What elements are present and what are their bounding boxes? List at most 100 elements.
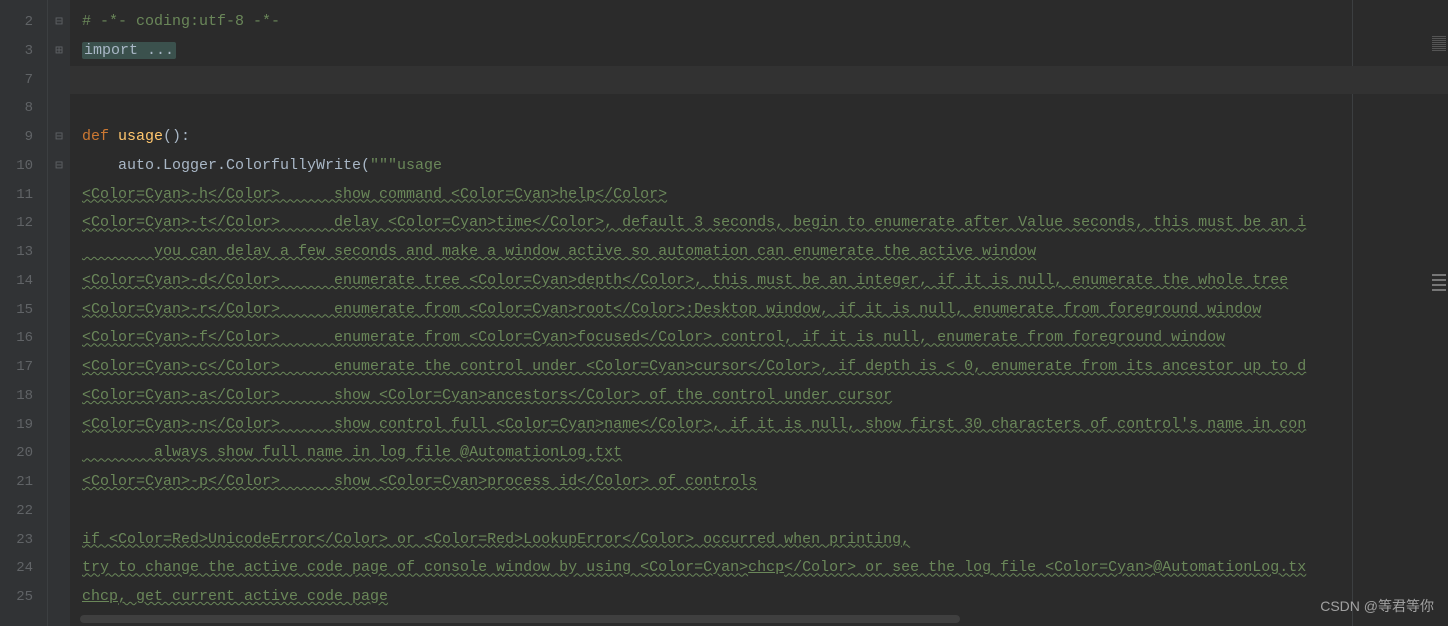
string-text: <Color=Cyan>-t</Color> delay <Color=Cyan… xyxy=(82,214,1306,231)
fold-marker xyxy=(48,526,70,555)
fold-marker[interactable]: ⊞ xyxy=(48,37,70,66)
code-line[interactable]: # -*- coding:utf-8 -*- xyxy=(70,8,1448,37)
code-line[interactable]: import ... xyxy=(70,37,1448,66)
keyword-def: def xyxy=(82,128,118,145)
code-line[interactable]: you can delay a few seconds and make a w… xyxy=(70,238,1448,267)
code-line[interactable] xyxy=(70,94,1448,123)
fold-marker xyxy=(48,468,70,497)
minimap-line xyxy=(1432,48,1446,49)
line-number: 9 xyxy=(0,123,47,152)
fold-marker xyxy=(48,439,70,468)
string-text: <Color=Cyan>-c</Color> enumerate the con… xyxy=(82,358,1306,375)
current-line[interactable] xyxy=(70,66,1448,95)
code-line[interactable]: if <Color=Red>UnicodeError</Color> or <C… xyxy=(70,526,1448,555)
string-text: , get current active code page xyxy=(118,588,388,605)
line-number: 13 xyxy=(0,238,47,267)
fold-marker xyxy=(48,353,70,382)
string-text: <Color=Cyan>-p</Color> show <Color=Cyan>… xyxy=(82,473,757,490)
line-number: 7 xyxy=(0,66,47,95)
fold-marker[interactable]: ⊟ xyxy=(48,152,70,181)
minimap-marker xyxy=(1432,284,1446,286)
minimap-marker xyxy=(1432,279,1446,281)
string-text: <Color=Cyan>-d</Color> enumerate tree <C… xyxy=(82,272,1288,289)
line-number: 3 xyxy=(0,37,47,66)
code-line[interactable] xyxy=(70,497,1448,526)
minimap-marker xyxy=(1432,274,1446,276)
line-number: 8 xyxy=(0,94,47,123)
code-line[interactable]: <Color=Cyan>-t</Color> delay <Color=Cyan… xyxy=(70,209,1448,238)
fold-marker xyxy=(48,497,70,526)
line-number: 23 xyxy=(0,526,47,555)
fold-gutter: ⊟ ⊞ ⊟ ⊟ xyxy=(48,0,70,626)
fold-marker xyxy=(48,94,70,123)
fold-marker xyxy=(48,267,70,296)
fold-marker xyxy=(48,238,70,267)
minimap-line xyxy=(1432,40,1446,41)
line-number: 25 xyxy=(0,583,47,612)
line-number: 22 xyxy=(0,497,47,526)
string-text: <Color=Cyan>-r</Color> enumerate from <C… xyxy=(82,301,1261,318)
code-line[interactable]: <Color=Cyan>-a</Color> show <Color=Cyan>… xyxy=(70,382,1448,411)
fold-marker xyxy=(48,554,70,583)
line-number: 11 xyxy=(0,181,47,210)
fold-marker xyxy=(48,209,70,238)
call-expr: auto.Logger.ColorfullyWrite( xyxy=(82,157,370,174)
line-number: 15 xyxy=(0,296,47,325)
code-line[interactable]: <Color=Cyan>-p</Color> show <Color=Cyan>… xyxy=(70,468,1448,497)
minimap-line xyxy=(1432,46,1446,47)
code-line[interactable]: <Color=Cyan>-r</Color> enumerate from <C… xyxy=(70,296,1448,325)
code-line[interactable]: <Color=Cyan>-h</Color> show command <Col… xyxy=(70,181,1448,210)
line-number: 17 xyxy=(0,353,47,382)
line-number: 16 xyxy=(0,324,47,353)
fold-marker xyxy=(48,296,70,325)
comment-text: # -*- coding:utf-8 -*- xyxy=(82,13,280,30)
string-start: """usage xyxy=(370,157,442,174)
fold-marker[interactable]: ⊟ xyxy=(48,8,70,37)
minimap-line xyxy=(1432,44,1446,45)
string-text: <Color=Cyan>-a</Color> show <Color=Cyan>… xyxy=(82,387,892,404)
code-line[interactable]: def usage(): xyxy=(70,123,1448,152)
minimap-marker xyxy=(1432,289,1446,291)
string-text: if <Color=Red>UnicodeError</Color> or <C… xyxy=(82,531,910,548)
minimap-line xyxy=(1432,50,1446,51)
code-line[interactable]: <Color=Cyan>-d</Color> enumerate tree <C… xyxy=(70,267,1448,296)
line-number: 19 xyxy=(0,411,47,440)
line-number: 14 xyxy=(0,267,47,296)
code-line[interactable]: <Color=Cyan>-n</Color> show control full… xyxy=(70,411,1448,440)
line-number: 10 xyxy=(0,152,47,181)
line-number-gutter: 2 3 7 8 9 10 11 12 13 14 15 16 17 18 19 … xyxy=(0,0,48,626)
line-number: 18 xyxy=(0,382,47,411)
code-line[interactable]: always show full name in log file @Autom… xyxy=(70,439,1448,468)
string-text: </Color> or see the log file <Color=Cyan… xyxy=(784,559,1306,576)
paren: (): xyxy=(163,128,190,145)
fold-marker xyxy=(48,382,70,411)
line-number: 21 xyxy=(0,468,47,497)
code-line[interactable]: auto.Logger.ColorfullyWrite("""usage xyxy=(70,152,1448,181)
line-number: 24 xyxy=(0,554,47,583)
code-editor[interactable]: 2 3 7 8 9 10 11 12 13 14 15 16 17 18 19 … xyxy=(0,0,1448,626)
code-line[interactable]: <Color=Cyan>-c</Color> enumerate the con… xyxy=(70,353,1448,382)
code-line[interactable]: <Color=Cyan>-f</Color> enumerate from <C… xyxy=(70,324,1448,353)
string-text: try to change the active code page of co… xyxy=(82,559,748,576)
fold-marker xyxy=(48,181,70,210)
string-text: <Color=Cyan>-f</Color> enumerate from <C… xyxy=(82,329,1225,346)
string-text: <Color=Cyan>-n</Color> show control full… xyxy=(82,416,1306,433)
line-number: 12 xyxy=(0,209,47,238)
minimap[interactable] xyxy=(1430,36,1448,292)
string-text: always show full name in log file @Autom… xyxy=(82,444,622,461)
code-area[interactable]: # -*- coding:utf-8 -*- import ... def us… xyxy=(70,0,1448,626)
string-underlined: chcp xyxy=(748,559,784,576)
code-line[interactable]: chcp, get current active code page xyxy=(70,583,1448,612)
horizontal-scrollbar[interactable] xyxy=(80,615,960,623)
string-text: <Color=Cyan>-h</Color> show command <Col… xyxy=(82,186,667,203)
fold-marker[interactable]: ⊟ xyxy=(48,123,70,152)
fold-marker xyxy=(48,66,70,95)
fold-marker xyxy=(48,411,70,440)
line-number: 20 xyxy=(0,439,47,468)
line-number: 2 xyxy=(0,8,47,37)
string-underlined: chcp xyxy=(82,588,118,605)
minimap-line xyxy=(1432,42,1446,43)
minimap-line xyxy=(1432,36,1446,37)
folded-import[interactable]: import ... xyxy=(82,42,176,59)
code-line[interactable]: try to change the active code page of co… xyxy=(70,554,1448,583)
